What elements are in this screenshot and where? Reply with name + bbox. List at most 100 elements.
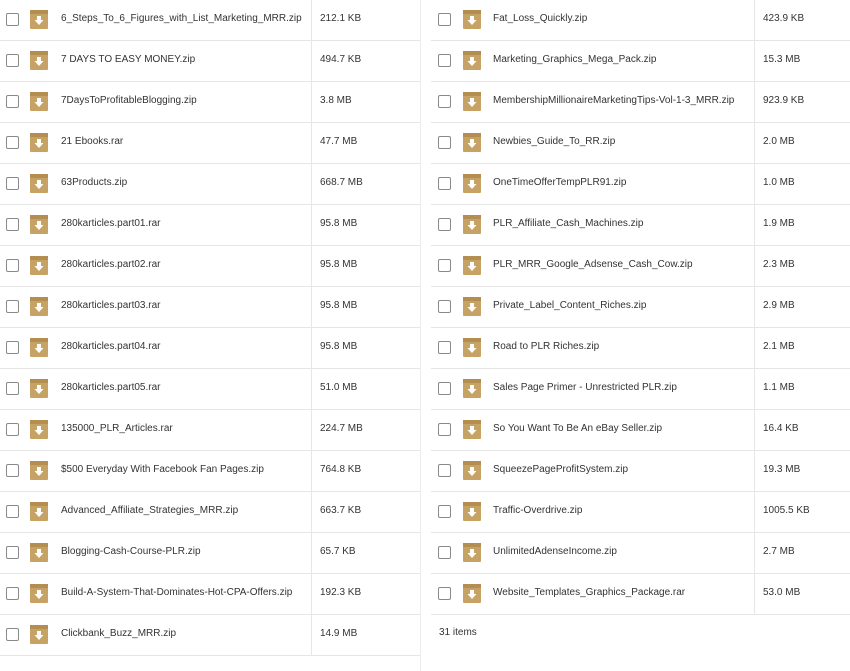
file-download-icon[interactable] <box>30 174 48 193</box>
file-checkbox[interactable] <box>6 628 19 641</box>
file-row[interactable]: 280karticles.part05.rar 51.0 MB <box>0 369 420 410</box>
file-name[interactable]: 280karticles.part04.rar <box>61 341 161 352</box>
file-download-icon[interactable] <box>463 215 481 234</box>
file-checkbox[interactable] <box>438 218 451 231</box>
file-name[interactable]: MembershipMillionaireMarketingTips-Vol-1… <box>493 95 734 106</box>
file-name[interactable]: 7DaysToProfitableBlogging.zip <box>61 95 197 106</box>
file-row[interactable]: OneTimeOfferTempPLR91.zip 1.0 MB <box>431 164 850 205</box>
file-download-icon[interactable] <box>30 584 48 603</box>
file-checkbox[interactable] <box>6 95 19 108</box>
file-row[interactable]: 7 DAYS TO EASY MONEY.zip 494.7 KB <box>0 41 420 82</box>
file-name[interactable]: Website_Templates_Graphics_Package.rar <box>493 587 685 598</box>
file-row[interactable]: 280karticles.part04.rar 95.8 MB <box>0 328 420 369</box>
file-row[interactable]: Blogging-Cash-Course-PLR.zip 65.7 KB <box>0 533 420 574</box>
file-name[interactable]: UnlimitedAdenseIncome.zip <box>493 546 617 557</box>
file-row[interactable]: Newbies_Guide_To_RR.zip 2.0 MB <box>431 123 850 164</box>
file-name[interactable]: Newbies_Guide_To_RR.zip <box>493 136 615 147</box>
file-row[interactable]: 280karticles.part03.rar 95.8 MB <box>0 287 420 328</box>
file-row[interactable]: 280karticles.part02.rar 95.8 MB <box>0 246 420 287</box>
file-download-icon[interactable] <box>30 379 48 398</box>
file-row[interactable]: Private_Label_Content_Riches.zip 2.9 MB <box>431 287 850 328</box>
file-name[interactable]: Road to PLR Riches.zip <box>493 341 599 352</box>
file-name[interactable]: Build-A-System-That-Dominates-Hot-CPA-Of… <box>61 587 292 598</box>
file-row[interactable]: Sales Page Primer - Unrestricted PLR.zip… <box>431 369 850 410</box>
file-checkbox[interactable] <box>6 54 19 67</box>
file-row[interactable]: SqueezePageProfitSystem.zip 19.3 MB <box>431 451 850 492</box>
file-download-icon[interactable] <box>463 297 481 316</box>
file-row[interactable]: Traffic-Overdrive.zip 1005.5 KB <box>431 492 850 533</box>
file-row[interactable]: PLR_Affiliate_Cash_Machines.zip 1.9 MB <box>431 205 850 246</box>
file-download-icon[interactable] <box>463 174 481 193</box>
file-name[interactable]: 21 Ebooks.rar <box>61 136 123 147</box>
file-row[interactable]: UnlimitedAdenseIncome.zip 2.7 MB <box>431 533 850 574</box>
file-checkbox[interactable] <box>438 300 451 313</box>
file-name[interactable]: So You Want To Be An eBay Seller.zip <box>493 423 662 434</box>
file-checkbox[interactable] <box>6 382 19 395</box>
file-download-icon[interactable] <box>30 256 48 275</box>
file-name[interactable]: SqueezePageProfitSystem.zip <box>493 464 628 475</box>
file-download-icon[interactable] <box>463 584 481 603</box>
file-row[interactable]: Fat_Loss_Quickly.zip 423.9 KB <box>431 0 850 41</box>
file-checkbox[interactable] <box>438 505 451 518</box>
file-checkbox[interactable] <box>6 259 19 272</box>
file-checkbox[interactable] <box>6 13 19 26</box>
file-name[interactable]: 7 DAYS TO EASY MONEY.zip <box>61 54 195 65</box>
file-download-icon[interactable] <box>463 92 481 111</box>
file-download-icon[interactable] <box>30 543 48 562</box>
file-name[interactable]: 6_Steps_To_6_Figures_with_List_Marketing… <box>61 13 302 24</box>
file-checkbox[interactable] <box>438 54 451 67</box>
file-download-icon[interactable] <box>30 51 48 70</box>
file-download-icon[interactable] <box>30 215 48 234</box>
file-name[interactable]: 63Products.zip <box>61 177 127 188</box>
file-checkbox[interactable] <box>6 218 19 231</box>
file-download-icon[interactable] <box>30 461 48 480</box>
file-name[interactable]: Marketing_Graphics_Mega_Pack.zip <box>493 54 656 65</box>
file-checkbox[interactable] <box>438 382 451 395</box>
file-row[interactable]: 63Products.zip 668.7 MB <box>0 164 420 205</box>
file-download-icon[interactable] <box>463 256 481 275</box>
file-checkbox[interactable] <box>438 587 451 600</box>
file-row[interactable]: 280karticles.part01.rar 95.8 MB <box>0 205 420 246</box>
file-download-icon[interactable] <box>463 420 481 439</box>
file-row[interactable]: 135000_PLR_Articles.rar 224.7 MB <box>0 410 420 451</box>
file-row[interactable]: Road to PLR Riches.zip 2.1 MB <box>431 328 850 369</box>
file-row[interactable]: Clickbank_Buzz_MRR.zip 14.9 MB <box>0 615 420 656</box>
file-checkbox[interactable] <box>438 136 451 149</box>
file-checkbox[interactable] <box>438 259 451 272</box>
file-checkbox[interactable] <box>6 464 19 477</box>
file-name[interactable]: 280karticles.part02.rar <box>61 259 161 270</box>
file-name[interactable]: OneTimeOfferTempPLR91.zip <box>493 177 626 188</box>
file-name[interactable]: Traffic-Overdrive.zip <box>493 505 582 516</box>
file-download-icon[interactable] <box>463 543 481 562</box>
file-download-icon[interactable] <box>30 10 48 29</box>
file-download-icon[interactable] <box>463 461 481 480</box>
file-checkbox[interactable] <box>6 505 19 518</box>
file-checkbox[interactable] <box>6 546 19 559</box>
file-name[interactable]: PLR_Affiliate_Cash_Machines.zip <box>493 218 643 229</box>
file-checkbox[interactable] <box>438 13 451 26</box>
file-name[interactable]: Advanced_Affiliate_Strategies_MRR.zip <box>61 505 238 516</box>
file-checkbox[interactable] <box>438 95 451 108</box>
file-row[interactable]: 7DaysToProfitableBlogging.zip 3.8 MB <box>0 82 420 123</box>
file-row[interactable]: MembershipMillionaireMarketingTips-Vol-1… <box>431 82 850 123</box>
file-row[interactable]: 21 Ebooks.rar 47.7 MB <box>0 123 420 164</box>
file-checkbox[interactable] <box>438 546 451 559</box>
file-name[interactable]: PLR_MRR_Google_Adsense_Cash_Cow.zip <box>493 259 693 270</box>
file-download-icon[interactable] <box>463 10 481 29</box>
file-checkbox[interactable] <box>438 423 451 436</box>
file-checkbox[interactable] <box>6 423 19 436</box>
file-download-icon[interactable] <box>30 338 48 357</box>
file-name[interactable]: Clickbank_Buzz_MRR.zip <box>61 628 176 639</box>
file-row[interactable]: Marketing_Graphics_Mega_Pack.zip 15.3 MB <box>431 41 850 82</box>
file-name[interactable]: Private_Label_Content_Riches.zip <box>493 300 646 311</box>
file-download-icon[interactable] <box>30 92 48 111</box>
file-download-icon[interactable] <box>463 502 481 521</box>
file-checkbox[interactable] <box>6 341 19 354</box>
file-download-icon[interactable] <box>30 297 48 316</box>
file-download-icon[interactable] <box>30 502 48 521</box>
file-download-icon[interactable] <box>463 51 481 70</box>
file-row[interactable]: Website_Templates_Graphics_Package.rar 53… <box>431 574 850 615</box>
file-name[interactable]: 280karticles.part01.rar <box>61 218 161 229</box>
file-checkbox[interactable] <box>438 341 451 354</box>
file-checkbox[interactable] <box>6 136 19 149</box>
